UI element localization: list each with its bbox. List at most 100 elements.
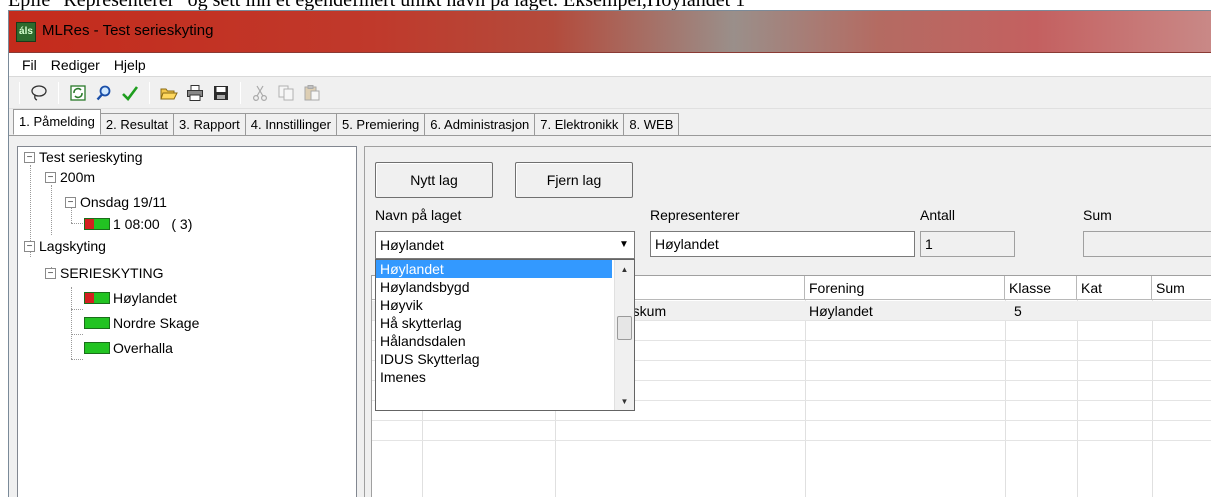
dropdown-option[interactable]: Imenes <box>376 368 612 386</box>
tab-rapport[interactable]: 3. Rapport <box>173 113 246 135</box>
copy-button[interactable] <box>274 81 298 105</box>
team-name-label: Navn på laget <box>375 207 462 223</box>
team-name-value: Høylandet <box>380 237 444 253</box>
count-field: 1 <box>920 231 1015 257</box>
dropdown-option[interactable]: IDUS Skytterlag <box>376 350 612 368</box>
relay-status-icon <box>84 218 110 230</box>
tree-label-distance: 200m <box>60 169 96 185</box>
dropdown-scrollbar[interactable]: ▲ ▼ <box>614 260 634 410</box>
tree-node-day[interactable]: − Onsdag 19/11 <box>65 192 167 212</box>
competition-tree[interactable]: − Test serieskyting − 200m − Onsdag 19/1… <box>17 146 357 497</box>
tab-elektronikk[interactable]: 7. Elektronikk <box>534 113 625 135</box>
save-button[interactable] <box>209 81 233 105</box>
app-logo-icon: áls <box>16 22 36 42</box>
remove-team-button[interactable]: Fjern lag <box>515 162 633 198</box>
tree-node-team-overhalla[interactable]: Overhalla <box>84 338 173 358</box>
cell-klasse: 5 <box>1014 303 1022 319</box>
represents-label: Representerer <box>650 207 740 223</box>
column-header-sum[interactable]: Sum <box>1152 276 1211 300</box>
sum-field <box>1083 231 1211 257</box>
collapse-icon[interactable]: − <box>65 196 76 208</box>
dropdown-option[interactable]: Hå skytterlag <box>376 314 612 332</box>
team-name-dropdown-list[interactable]: Høylandet Høylandsbygd Høyvik Hå skytter… <box>375 259 635 411</box>
toolbar-separator <box>240 81 241 104</box>
copy-icon <box>278 85 294 100</box>
count-label: Antall <box>920 207 956 223</box>
approve-button[interactable] <box>118 81 142 105</box>
tree-node-root[interactable]: − Test serieskyting <box>24 147 142 167</box>
cell-sum <box>1152 301 1156 321</box>
toolbar-separator <box>19 81 20 104</box>
represents-input[interactable]: Høylandet <box>650 231 915 257</box>
toolbar-separator <box>149 81 150 104</box>
team-panel: Nytt lag Fjern lag Navn på laget Represe… <box>364 146 1211 497</box>
tree-label-team: Overhalla <box>113 340 173 356</box>
paste-icon <box>304 84 320 100</box>
menu-bar: Fil Rediger Hjelp <box>9 53 1211 77</box>
tree-line <box>71 309 83 310</box>
search-button[interactable] <box>92 81 116 105</box>
menu-hjelp[interactable]: Hjelp <box>107 57 153 73</box>
open-button[interactable] <box>157 81 181 105</box>
menu-rediger[interactable]: Rediger <box>44 57 107 73</box>
new-team-button[interactable]: Nytt lag <box>375 162 493 198</box>
tree-node-team-nordre-skage[interactable]: Nordre Skage <box>84 313 199 333</box>
tab-pamelding[interactable]: 1. Påmelding <box>13 109 101 135</box>
refresh-icon <box>70 84 86 101</box>
team-status-icon <box>84 292 110 304</box>
column-header-klasse[interactable]: Klasse <box>1005 276 1077 300</box>
scroll-up-icon[interactable]: ▲ <box>615 260 634 278</box>
print-button[interactable] <box>183 81 207 105</box>
lasso-icon <box>31 84 47 101</box>
tab-web[interactable]: 8. WEB <box>623 113 680 135</box>
sum-label: Sum <box>1083 207 1112 223</box>
search-icon <box>96 85 111 100</box>
open-folder-icon <box>160 88 178 99</box>
team-name-combobox[interactable]: Høylandet ▼ <box>375 231 635 259</box>
scrollbar-thumb[interactable] <box>617 316 632 340</box>
window-title: MLRes - Test serieskyting <box>42 22 214 39</box>
dropdown-option[interactable]: Høyvik <box>376 296 612 314</box>
collapse-icon[interactable]: − <box>45 267 56 279</box>
dropdown-option[interactable]: Høylandsbygd <box>376 278 612 296</box>
tree-label-team: Høylandet <box>113 290 177 306</box>
tab-innstillinger[interactable]: 4. Innstillinger <box>244 113 337 135</box>
checkmark-icon <box>122 85 139 101</box>
chevron-down-icon[interactable]: ▼ <box>614 232 634 258</box>
toolbar-separator <box>58 81 59 104</box>
tab-premiering[interactable]: 5. Premiering <box>335 113 426 135</box>
dropdown-option[interactable]: Høylandet <box>376 260 612 278</box>
tree-line <box>71 334 83 335</box>
title-bar[interactable]: áls MLRes - Test serieskyting <box>9 11 1211 53</box>
tree-line <box>71 223 83 224</box>
cut-button[interactable] <box>248 81 272 105</box>
column-header-forening[interactable]: Forening <box>805 276 1005 300</box>
dropdown-option[interactable]: Hålandsdalen <box>376 332 612 350</box>
tree-node-group[interactable]: − Lagskyting <box>24 236 106 256</box>
table-row[interactable] <box>372 421 1211 441</box>
cut-icon <box>252 85 268 101</box>
tree-label-team: Nordre Skage <box>113 315 200 331</box>
lasso-button[interactable] <box>27 81 51 105</box>
tree-line <box>71 359 83 360</box>
print-icon <box>187 84 203 101</box>
tab-administrasjon[interactable]: 6. Administrasjon <box>424 113 536 135</box>
tree-node-series[interactable]: − SERIESKYTING <box>45 263 163 283</box>
paste-button[interactable] <box>300 81 324 105</box>
tree-node-relay[interactable]: 1 08:00 ( 3) <box>84 214 192 234</box>
tab-resultat[interactable]: 2. Resultat <box>99 113 175 135</box>
refresh-button[interactable] <box>66 81 90 105</box>
collapse-icon[interactable]: − <box>24 151 35 163</box>
collapse-icon[interactable]: − <box>45 171 56 183</box>
app-window: áls MLRes - Test serieskyting Fil Redige… <box>8 10 1211 497</box>
menu-fil[interactable]: Fil <box>15 57 44 73</box>
tab-strip: 1. Påmelding 2. Resultat 3. Rapport 4. I… <box>9 109 1211 135</box>
scroll-down-icon[interactable]: ▼ <box>615 392 634 410</box>
cell-forening: Høylandet <box>809 303 873 319</box>
tree-node-team-hoylandet[interactable]: Høylandet <box>84 288 177 308</box>
tree-node-distance[interactable]: − 200m <box>45 167 95 187</box>
collapse-icon[interactable]: − <box>24 240 35 252</box>
tree-label-series: SERIESKYTING <box>60 265 164 281</box>
column-header-kat[interactable]: Kat <box>1077 276 1152 300</box>
toolbar <box>9 77 1211 109</box>
